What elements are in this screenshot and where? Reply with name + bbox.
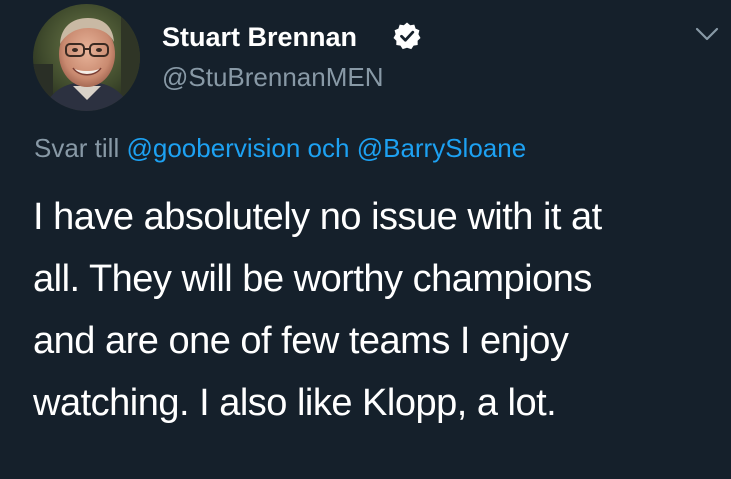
reply-context: Svar till @goobervision och @BarrySloane xyxy=(34,131,526,165)
avatar[interactable] xyxy=(33,4,140,111)
tweet-text-line: all. They will be worthy champions xyxy=(33,258,592,300)
chevron-down-icon[interactable] xyxy=(694,24,720,44)
verified-badge-icon xyxy=(392,21,422,51)
user-handle[interactable]: @StuBrennanMEN xyxy=(162,60,384,94)
mention-link-goobervision[interactable]: @goobervision xyxy=(126,133,300,163)
tweet-text-line: and are one of few teams I enjoy xyxy=(33,320,569,362)
display-name[interactable]: Stuart Brennan xyxy=(162,19,357,55)
tweet-body: I have absolutely no issue with it at al… xyxy=(33,186,723,434)
mention-link-barrysloane[interactable]: @BarrySloane xyxy=(357,133,526,163)
avatar-photo xyxy=(33,4,140,111)
reply-conjunction: och xyxy=(307,133,350,163)
reply-prefix: Svar till xyxy=(34,133,120,163)
tweet-text-line: watching. I also like Klopp, a lot. xyxy=(33,382,557,424)
tweet-text-line: I have absolutely no issue with it at xyxy=(33,196,602,238)
tweet-card: Stuart Brennan @StuBrennanMEN Svar till … xyxy=(0,0,731,479)
